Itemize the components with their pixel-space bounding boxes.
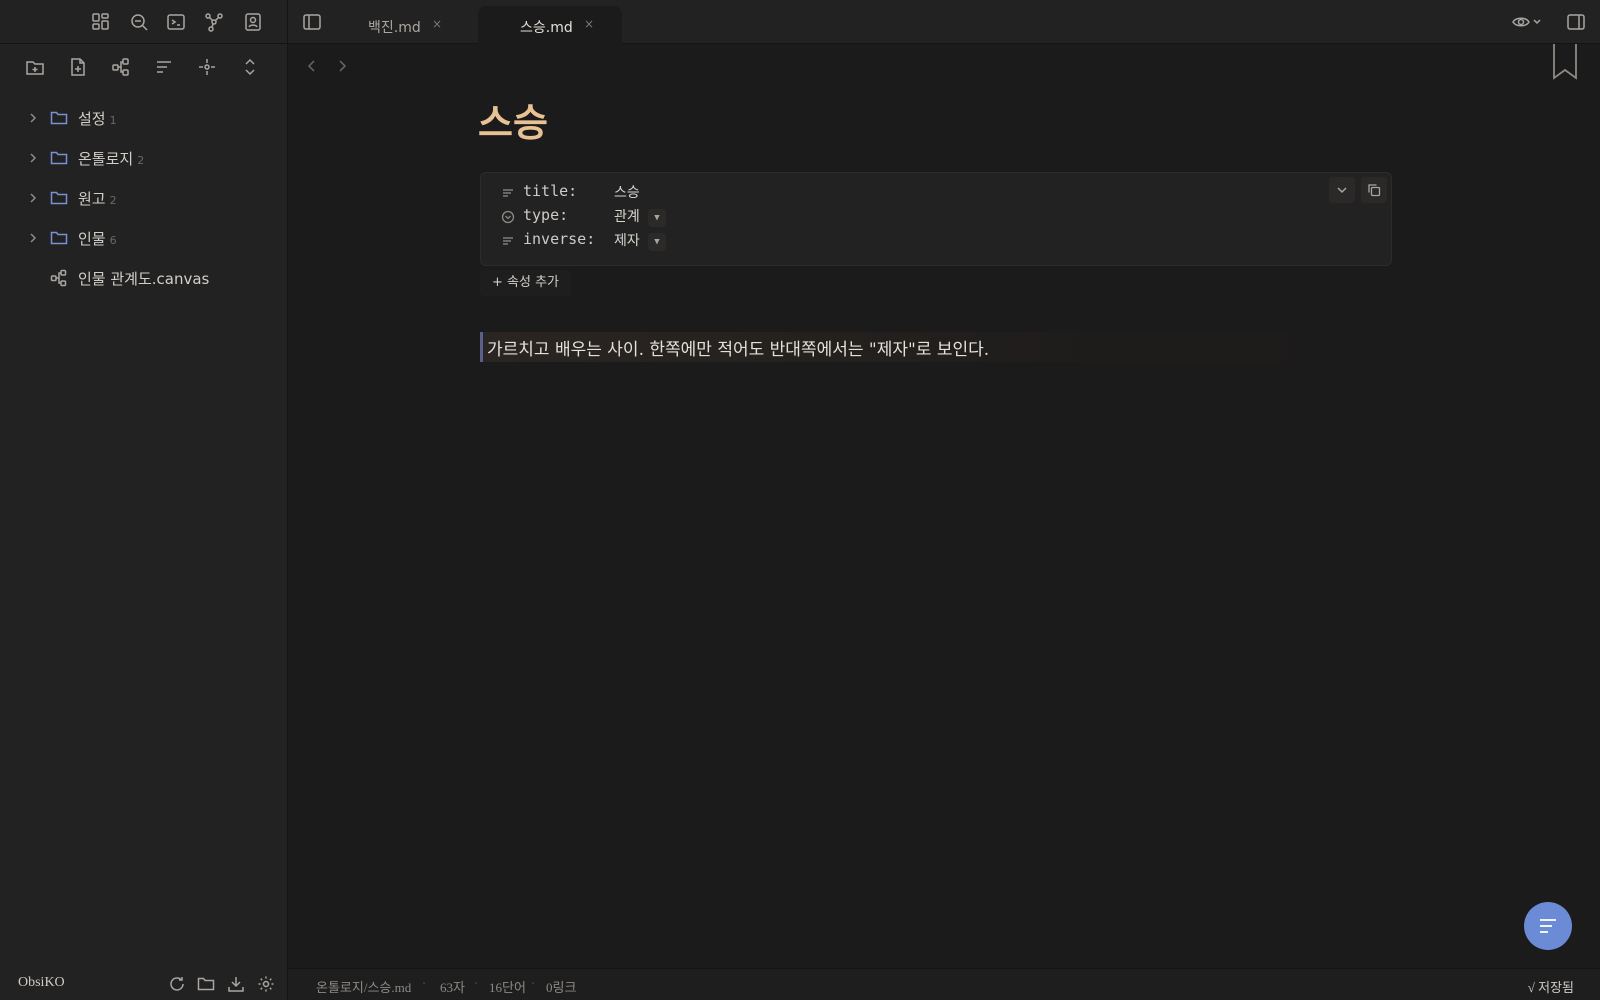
chevron-right-icon[interactable] xyxy=(26,111,40,125)
tree-item-label: 온톨로지 2 xyxy=(78,150,145,168)
dashboard-icon[interactable] xyxy=(91,12,111,32)
text-icon xyxy=(501,186,515,200)
folder-icon xyxy=(50,109,68,127)
property-inverse[interactable]: inverse: 제자 ▼ xyxy=(501,229,1101,253)
property-value[interactable]: 스승 xyxy=(614,182,640,202)
property-key: type: xyxy=(523,206,569,224)
new-canvas-icon[interactable] xyxy=(111,57,131,77)
outline-icon xyxy=(1540,919,1556,933)
property-key: inverse: xyxy=(523,230,596,248)
add-property-button[interactable]: + 속성 추가 xyxy=(480,270,571,296)
status-links: 0링크 xyxy=(546,980,577,995)
sidebar-toggle-icon[interactable] xyxy=(302,12,322,32)
text-icon xyxy=(501,234,515,248)
property-title[interactable]: title: 스승 xyxy=(501,181,1101,205)
locate-icon[interactable] xyxy=(197,57,217,77)
search-icon[interactable] xyxy=(129,12,149,32)
tree-item-count: 2 xyxy=(109,194,117,207)
dropdown-icon[interactable]: ▼ xyxy=(648,209,666,227)
status-chars: 63자 xyxy=(440,980,465,995)
tab-스승[interactable]: 스승.md × xyxy=(478,6,622,44)
note-body-line[interactable]: 가르치고 배우는 사이. 한쪽에만 적어도 반대쪽에서는 "제자"로 보인다. xyxy=(480,332,1380,362)
new-folder-icon[interactable] xyxy=(25,57,45,77)
tree-folder-원고[interactable]: 원고 2 xyxy=(0,182,280,214)
back-icon[interactable] xyxy=(304,58,320,74)
tree-folder-설정[interactable]: 설정 1 xyxy=(0,102,280,134)
right-sidebar-toggle-icon[interactable] xyxy=(1566,12,1586,32)
sort-icon[interactable] xyxy=(154,57,174,77)
sidebar-ribbon xyxy=(0,0,288,44)
left-sidebar: 설정 1 온톨로지 2 원고 2 인물 6 인물 관계도.canvas ObsiKO xyxy=(0,0,288,1000)
settings-icon[interactable] xyxy=(257,975,275,993)
chevron-down-icon[interactable] xyxy=(1329,177,1355,203)
note-title[interactable]: 스승 xyxy=(478,92,548,147)
tab-label: 백진.md xyxy=(368,20,421,36)
tree-item-label: 원고 2 xyxy=(78,190,117,208)
reading-view-icon[interactable] xyxy=(1512,12,1546,32)
folder-icon xyxy=(50,229,68,247)
chevron-right-icon[interactable] xyxy=(26,151,40,165)
file-explorer-toolbar xyxy=(0,52,288,86)
download-icon[interactable] xyxy=(227,975,245,993)
refresh-icon[interactable] xyxy=(168,975,186,993)
editor-pane: 백진.md × 스승.md × 스승 title: 스승 type: 관계 ▼ … xyxy=(288,0,1600,1000)
dropdown-icon[interactable]: ▼ xyxy=(648,233,666,251)
collapse-icon[interactable] xyxy=(240,57,260,77)
tab-label: 스승.md xyxy=(520,20,573,36)
folder-icon xyxy=(50,189,68,207)
tree-file-canvas[interactable]: 인물 관계도.canvas xyxy=(0,262,280,294)
tree-item-count: 2 xyxy=(137,154,145,167)
tree-item-label: 인물 6 xyxy=(78,230,117,248)
chevron-right-icon[interactable] xyxy=(26,231,40,245)
close-icon[interactable]: × xyxy=(584,17,594,31)
folder-icon[interactable] xyxy=(197,975,215,993)
status-words: 16단어 xyxy=(489,980,526,995)
property-value[interactable]: 관계 xyxy=(614,206,640,226)
graph-icon[interactable] xyxy=(204,12,224,32)
outline-button[interactable] xyxy=(1524,902,1572,950)
status-separator: · xyxy=(474,977,479,992)
contacts-icon[interactable] xyxy=(243,12,263,32)
tab-bar: 백진.md × 스승.md × xyxy=(288,0,1600,44)
vault-name[interactable]: ObsiKO xyxy=(18,975,65,991)
copy-icon[interactable] xyxy=(1361,177,1387,203)
tree-item-label: 설정 1 xyxy=(78,110,117,128)
tree-item-label: 인물 관계도.canvas xyxy=(78,270,210,288)
canvas-icon xyxy=(50,269,68,287)
bookmark-icon[interactable] xyxy=(1552,44,1578,80)
note-body-text: 가르치고 배우는 사이. 한쪽에만 적어도 반대쪽에서는 "제자"로 보인다. xyxy=(487,340,990,360)
tab-백진[interactable]: 백진.md × xyxy=(326,6,470,44)
folder-icon xyxy=(50,149,68,167)
new-note-icon[interactable] xyxy=(68,57,88,77)
select-icon xyxy=(501,210,515,224)
saved-status: √ 저장됨 xyxy=(1527,980,1574,995)
status-separator: · xyxy=(531,977,536,992)
property-key: title: xyxy=(523,182,578,200)
properties-panel: title: 스승 type: 관계 ▼ inverse: 제자 ▼ xyxy=(480,172,1392,266)
tree-item-count: 6 xyxy=(109,234,117,247)
sidebar-footer: ObsiKO xyxy=(0,968,288,1000)
status-path[interactable]: 온톨로지/스승.md xyxy=(316,977,411,996)
status-separator: · xyxy=(422,977,427,992)
tree-folder-인물[interactable]: 인물 6 xyxy=(0,222,280,254)
terminal-icon[interactable] xyxy=(166,12,186,32)
property-type[interactable]: type: 관계 ▼ xyxy=(501,205,1101,229)
property-value[interactable]: 제자 xyxy=(614,230,640,250)
close-icon[interactable]: × xyxy=(432,17,442,31)
tree-folder-온톨로지[interactable]: 온톨로지 2 xyxy=(0,142,280,174)
chevron-right-icon[interactable] xyxy=(26,191,40,205)
status-bar: 온톨로지/스승.md · 63자 · 16단어 · 0링크 √ 저장됨 xyxy=(288,968,1600,1000)
forward-icon[interactable] xyxy=(334,58,350,74)
tree-item-count: 1 xyxy=(109,114,117,127)
